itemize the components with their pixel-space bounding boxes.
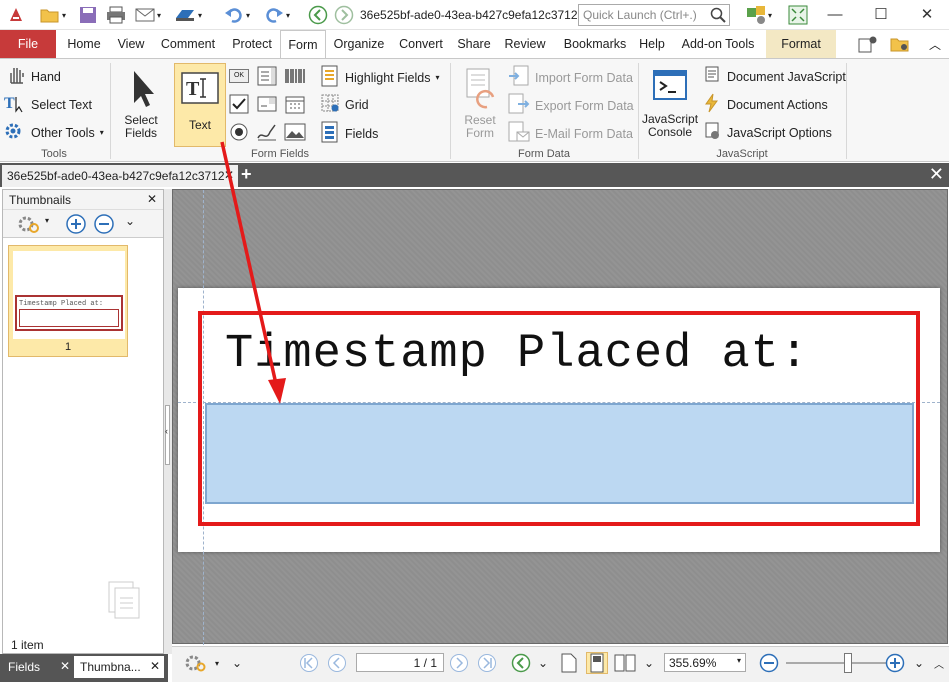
next-page-icon[interactable] [448,652,470,674]
facing-pages-icon[interactable] [614,652,636,674]
zoom-in-icon[interactable] [884,652,906,674]
more-options-icon[interactable]: ⌄ [532,652,554,674]
zoom-slider-handle[interactable] [844,653,852,673]
zoom-level-value: 355.69% [669,656,717,670]
dropdown-arrow-icon[interactable]: ▾ [206,652,228,674]
more-options-icon[interactable]: ⌄ [638,652,660,674]
status-bar: ▾ ⌄ 1 / 1 ⌄ ⌄ 355.69% ▾ ⌄ ︿ [172,646,949,682]
zoom-slider-track[interactable] [786,662,886,664]
last-page-icon[interactable] [476,652,498,674]
gear-icon[interactable] [184,652,206,674]
dropdown-arrow-icon: ▾ [736,656,741,665]
collapse-status-icon[interactable]: ︿ [928,652,949,674]
single-page-icon[interactable] [558,652,580,674]
previous-page-icon[interactable] [326,652,348,674]
first-page-icon[interactable] [298,652,320,674]
continuous-page-icon[interactable] [586,652,608,674]
annotation-arrow [220,141,286,404]
zoom-level-select[interactable]: 355.69% ▾ [664,653,746,672]
page-number-input[interactable]: 1 / 1 [356,653,444,672]
more-options-icon[interactable]: ⌄ [908,652,930,674]
back-view-icon[interactable] [510,652,532,674]
more-options-icon[interactable]: ⌄ [226,652,248,674]
zoom-out-icon[interactable] [758,652,780,674]
